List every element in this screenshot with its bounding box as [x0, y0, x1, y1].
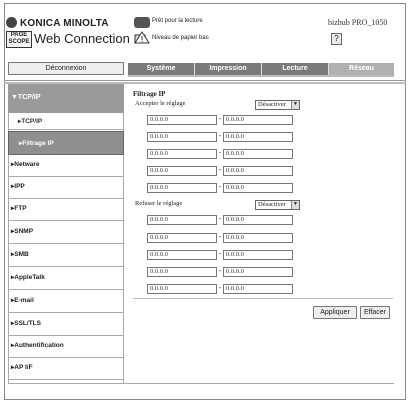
- chevron-down-icon: ▼: [291, 201, 299, 209]
- accept-start-ip-field[interactable]: 0.0.0.0: [147, 132, 217, 142]
- range-dash: -: [219, 251, 222, 258]
- range-dash: -: [219, 167, 222, 174]
- accept-end-ip-field[interactable]: 0.0.0.0: [223, 115, 293, 125]
- status-paper-low: Niveau de papier bas: [152, 35, 209, 41]
- accept-end-ip-field[interactable]: 0.0.0.0: [223, 183, 293, 193]
- refuse-start-ip-field[interactable]: 0.0.0.0: [147, 215, 217, 225]
- refuse-end-ip-field[interactable]: 0.0.0.0: [223, 284, 293, 294]
- printer-ready-icon: [134, 17, 150, 28]
- apply-button[interactable]: Appliquer: [313, 306, 357, 319]
- sidebar-item-snmp[interactable]: ▸SNMP: [8, 221, 124, 244]
- refuse-start-ip-field[interactable]: 0.0.0.0: [147, 284, 217, 294]
- tab-lecture[interactable]: Lecture: [262, 63, 328, 75]
- pagescope-logo-icon: PAGE SCOPE: [6, 31, 32, 48]
- logout-button[interactable]: Déconnexion: [8, 62, 124, 75]
- sidebar-item-tcpip-group[interactable]: ▼TCP/IP: [8, 84, 124, 113]
- sidebar-item-ipp[interactable]: ▸IPP: [8, 177, 124, 199]
- sidebar-item-ssltls[interactable]: ▸SSL/TLS: [8, 313, 124, 336]
- refuse-start-ip-field[interactable]: 0.0.0.0: [147, 233, 217, 243]
- accept-start-ip-field[interactable]: 0.0.0.0: [147, 115, 217, 125]
- sidebar-item-authentification[interactable]: ▸Authentification: [8, 336, 124, 358]
- chevron-down-icon: ▼: [291, 101, 299, 109]
- divider: [8, 383, 394, 384]
- sidebar-item-apif[interactable]: ▸AP I/F: [8, 358, 124, 380]
- refuse-end-ip-field[interactable]: 0.0.0.0: [223, 233, 293, 243]
- range-dash: -: [219, 268, 222, 275]
- refuse-select[interactable]: Désactiver ▼: [255, 200, 300, 210]
- range-dash: -: [219, 216, 222, 223]
- accept-end-ip-field[interactable]: 0.0.0.0: [223, 132, 293, 142]
- accept-select-value: Désactiver: [258, 101, 286, 108]
- refuse-start-ip-field[interactable]: 0.0.0.0: [147, 267, 217, 277]
- sidebar-item-appletalk[interactable]: ▸AppleTalk: [8, 267, 124, 290]
- refuse-end-ip-field[interactable]: 0.0.0.0: [223, 267, 293, 277]
- accept-start-ip-field[interactable]: 0.0.0.0: [147, 149, 217, 159]
- divider: [133, 298, 393, 299]
- range-dash: -: [219, 116, 222, 123]
- refuse-label: Refuser le réglage: [135, 200, 183, 207]
- product-name: Web Connection: [34, 31, 130, 46]
- range-dash: -: [219, 184, 222, 191]
- page-title: Filtrage IP: [133, 90, 166, 98]
- sidebar-item-tcpip[interactable]: ▸TCP/IP: [8, 113, 124, 130]
- brand-name: KONICA MINOLTA: [20, 18, 109, 29]
- divider: [4, 80, 406, 81]
- range-dash: -: [219, 150, 222, 157]
- range-dash: -: [219, 234, 222, 241]
- accept-end-ip-field[interactable]: 0.0.0.0: [223, 166, 293, 176]
- tab-systeme[interactable]: Système: [128, 63, 194, 75]
- tab-reseau[interactable]: Réseau: [329, 63, 394, 75]
- refuse-select-value: Désactiver: [258, 201, 286, 208]
- konica-minolta-logo-icon: [6, 17, 17, 28]
- divider: [128, 75, 394, 77]
- range-dash: -: [219, 285, 222, 292]
- accept-start-ip-field[interactable]: 0.0.0.0: [147, 183, 217, 193]
- clear-button[interactable]: Effacer: [360, 306, 390, 319]
- sidebar-item-filtrage-ip[interactable]: ▸Filtrage IP: [8, 131, 124, 155]
- sidebar-item-ftp[interactable]: ▸FTP: [8, 199, 124, 221]
- sidebar-item-email[interactable]: ▸E-mail: [8, 290, 124, 313]
- sidebar-item-netware[interactable]: ▸Netware: [8, 155, 124, 177]
- status-ready: Prêt pour la lecture: [152, 18, 203, 24]
- tab-impression[interactable]: Impression: [195, 63, 261, 75]
- refuse-end-ip-field[interactable]: 0.0.0.0: [223, 215, 293, 225]
- sidebar-item-smb[interactable]: ▸SMB: [8, 244, 124, 267]
- accept-select[interactable]: Désactiver ▼: [255, 100, 300, 110]
- refuse-end-ip-field[interactable]: 0.0.0.0: [223, 250, 293, 260]
- paper-warning-icon: [134, 31, 150, 44]
- refuse-start-ip-field[interactable]: 0.0.0.0: [147, 250, 217, 260]
- accept-start-ip-field[interactable]: 0.0.0.0: [147, 166, 217, 176]
- model-name: bizhub PRO_1050: [328, 18, 388, 27]
- accept-end-ip-field[interactable]: 0.0.0.0: [223, 149, 293, 159]
- help-icon[interactable]: ?: [331, 33, 342, 45]
- accept-label: Accepter le réglage: [135, 100, 186, 107]
- range-dash: -: [219, 133, 222, 140]
